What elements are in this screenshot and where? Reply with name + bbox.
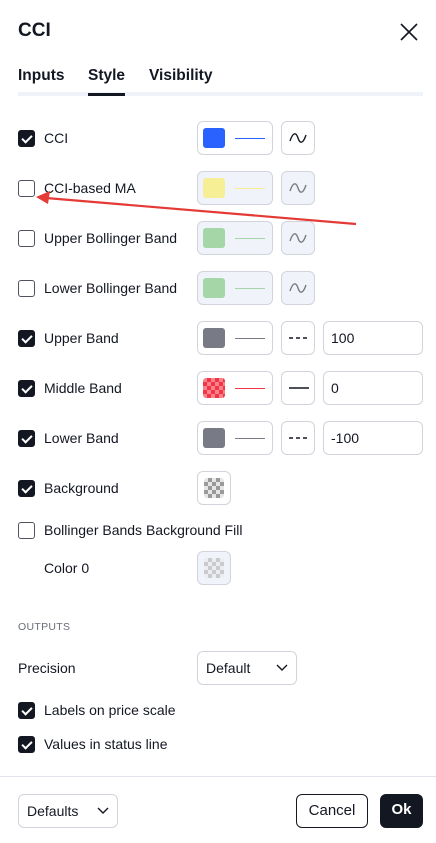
values-in-status-line-label: Values in status line	[44, 736, 168, 752]
active-tab-indicator	[88, 93, 125, 96]
labels-on-price-scale-checkbox[interactable]	[18, 702, 35, 719]
upper-band-label: Upper Band	[44, 330, 119, 346]
line-preview	[235, 338, 265, 339]
upper-band-checkbox[interactable]	[18, 330, 35, 347]
values-in-status-line-checkbox[interactable]	[18, 736, 35, 753]
upper-bollinger-band-plot-style-button[interactable]	[281, 221, 315, 255]
lower-band-line-style-button[interactable]	[281, 421, 315, 455]
bollinger-bands-background-fill-label: Bollinger Bands Background Fill	[44, 522, 243, 538]
dashed-line-icon	[289, 437, 309, 439]
footer-divider	[0, 776, 436, 777]
wave-icon	[289, 233, 307, 243]
labels-on-price-scale-label: Labels on price scale	[44, 702, 176, 718]
chevron-down-icon	[276, 664, 288, 671]
lower-bollinger-band-color-swatch[interactable]	[197, 271, 273, 305]
color-0-label: Color 0	[44, 560, 90, 576]
color-chip	[203, 378, 225, 398]
tab-inputs[interactable]: Inputs	[18, 67, 65, 85]
tabs-divider	[18, 92, 423, 96]
wave-icon	[289, 133, 307, 143]
bollinger-bands-background-fill-checkbox[interactable]	[18, 522, 35, 539]
lower-band-label: Lower Band	[44, 430, 119, 446]
precision-value: Default	[206, 660, 251, 676]
line-preview	[235, 138, 265, 139]
line-preview	[235, 438, 265, 439]
upper-bollinger-band-color-swatch[interactable]	[197, 221, 273, 255]
background-color-swatch[interactable]	[197, 471, 231, 505]
cci-color-swatch[interactable]	[197, 121, 273, 155]
chevron-down-icon	[97, 807, 109, 814]
middle-band-label: Middle Band	[44, 380, 122, 396]
lower-band-value-input[interactable]: -100	[323, 421, 423, 455]
upper-bollinger-band-label: Upper Bollinger Band	[44, 230, 178, 246]
lower-bollinger-band-label: Lower Bollinger Band	[44, 280, 178, 296]
cancel-button[interactable]: Cancel	[296, 794, 368, 828]
outputs-section-heading: OUTPUTS	[18, 621, 71, 633]
background-label: Background	[44, 480, 119, 496]
transparent-color-chip	[204, 478, 224, 498]
color-chip	[203, 328, 225, 348]
background-checkbox[interactable]	[18, 480, 35, 497]
ok-button[interactable]: Ok	[380, 794, 423, 828]
cci-checkbox[interactable]	[18, 130, 35, 147]
precision-select[interactable]: Default	[197, 651, 297, 685]
lower-band-color-swatch[interactable]	[197, 421, 273, 455]
line-preview	[235, 388, 265, 389]
middle-band-checkbox[interactable]	[18, 380, 35, 397]
color-chip	[203, 128, 225, 148]
upper-band-value-input[interactable]: 100	[323, 321, 423, 355]
defaults-dropdown[interactable]: Defaults	[18, 794, 118, 828]
middle-band-value-input[interactable]: 0	[323, 371, 423, 405]
upper-band-line-style-button[interactable]	[281, 321, 315, 355]
solid-line-icon	[289, 387, 309, 389]
color-chip	[203, 228, 225, 248]
transparent-color-chip	[204, 558, 224, 578]
line-preview	[235, 288, 265, 289]
wave-icon	[289, 283, 307, 293]
line-preview	[235, 238, 265, 239]
lower-bollinger-band-checkbox[interactable]	[18, 280, 35, 297]
color-0-swatch[interactable]	[197, 551, 231, 585]
dashed-line-icon	[289, 337, 309, 339]
dialog-title: CCI	[18, 20, 51, 41]
cci-plot-style-button[interactable]	[281, 121, 315, 155]
precision-label: Precision	[18, 660, 76, 676]
middle-band-color-swatch[interactable]	[197, 371, 273, 405]
upper-band-color-swatch[interactable]	[197, 321, 273, 355]
defaults-label: Defaults	[27, 803, 79, 819]
cci-label: CCI	[44, 130, 69, 146]
color-chip	[203, 428, 225, 448]
lower-bollinger-band-plot-style-button[interactable]	[281, 271, 315, 305]
lower-band-checkbox[interactable]	[18, 430, 35, 447]
upper-bollinger-band-checkbox[interactable]	[18, 230, 35, 247]
color-chip	[203, 278, 225, 298]
close-icon[interactable]	[398, 21, 420, 43]
middle-band-line-style-button[interactable]	[281, 371, 315, 405]
tab-visibility[interactable]: Visibility	[149, 67, 212, 85]
tab-style[interactable]: Style	[88, 67, 125, 85]
